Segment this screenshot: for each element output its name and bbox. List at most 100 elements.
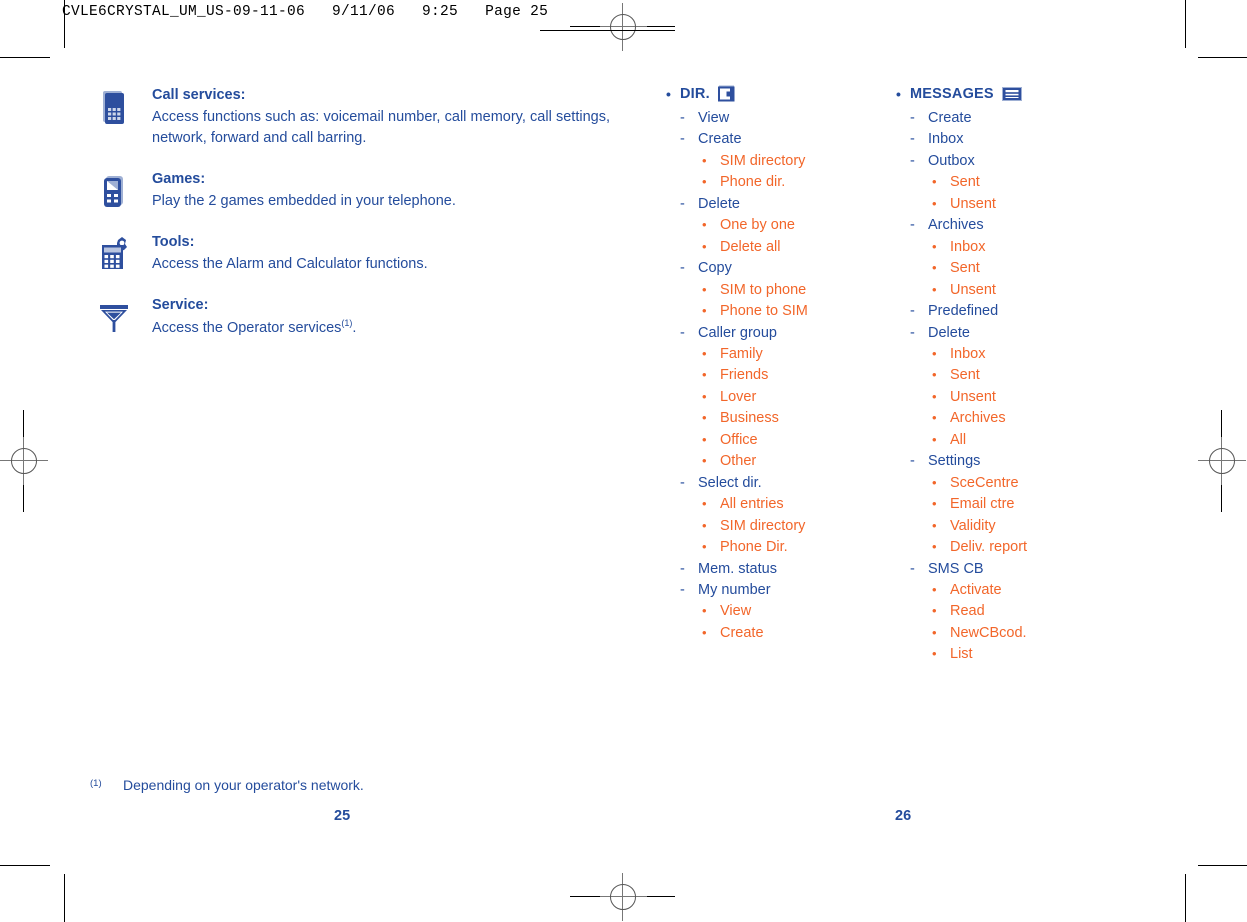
outline-marker-bullet: • <box>702 303 707 319</box>
outline-item-level1[interactable]: - Outbox <box>910 151 1166 172</box>
outline-item-level2[interactable]: • One by one <box>702 215 891 236</box>
outline-item-level1[interactable]: - SMS CB <box>910 559 1166 580</box>
outline-item-level2[interactable]: • Unsent <box>932 280 1166 301</box>
registration-target-top-center <box>599 3 647 51</box>
outline-item-level1[interactable]: - Create <box>910 108 1166 129</box>
outline-item-level2[interactable]: • Other <box>702 451 891 472</box>
outline-subitem-label: Friends <box>720 367 769 384</box>
outline-marker-bullet: • <box>702 431 707 447</box>
outline-item-level2[interactable]: • NewCBcod. <box>932 623 1166 644</box>
outline-item-label: Create <box>698 131 742 148</box>
outline-item-level2[interactable]: • Archives <box>932 408 1166 429</box>
outline-item-level2[interactable]: • SIM to phone <box>702 280 891 301</box>
crop-mark-bottom-right-vertical <box>1185 874 1186 922</box>
outline-item-level1[interactable]: - Predefined <box>910 301 1166 322</box>
messages-heading-label: MESSAGES <box>910 86 994 102</box>
outline-item-level2[interactable]: • Inbox <box>932 237 1166 258</box>
outline-item-level2[interactable]: • List <box>932 644 1166 665</box>
footnote-reference: (1) <box>341 318 353 329</box>
outline-sublist: • SIM to phone • Phone to SIM <box>702 280 891 323</box>
outline-item-level2[interactable]: • Unsent <box>932 387 1166 408</box>
outline-subitem-label: SIM directory <box>720 517 806 534</box>
outline-item-level2[interactable]: • SceCentre <box>932 473 1166 494</box>
outline-item-level2[interactable]: • Delete all <box>702 237 891 258</box>
outline-marker-bullet: • <box>932 431 937 447</box>
outline-item-label: View <box>698 110 730 126</box>
outline-item-level1[interactable]: - Copy <box>680 258 891 279</box>
dir-heading-label: DIR. <box>680 86 710 102</box>
outline-item-label: Mem. status <box>698 560 777 577</box>
outline-item-level2[interactable]: • Office <box>702 430 891 451</box>
outline-subitem-label: Office <box>720 431 758 448</box>
outline-sublist: • Activate • Read • NewCBcod. • List <box>932 580 1166 666</box>
outline-item-level2[interactable]: • Sent <box>932 172 1166 193</box>
outline-subitem-label: Phone to SIM <box>720 303 808 320</box>
outline-item-label: SMS CB <box>928 560 984 577</box>
outline-marker-dash: - <box>910 303 915 320</box>
outline-subitem-label: View <box>720 603 752 620</box>
feature-title: Service: <box>152 297 209 314</box>
outline-item-level2[interactable]: • Phone to SIM <box>702 301 891 322</box>
outline-marker-bullet: • <box>932 517 937 533</box>
outline-item-level1[interactable]: - Create <box>680 129 891 150</box>
outline-marker-dash: - <box>680 581 685 598</box>
outline-marker-bullet: • <box>932 539 937 555</box>
outline-item-level2[interactable]: • SIM directory <box>702 151 891 172</box>
dir-heading: • DIR. <box>666 85 891 103</box>
outline-item-level2[interactable]: • View <box>702 601 891 622</box>
outline-item-level2[interactable]: • Deliv. report <box>932 537 1166 558</box>
outline-item-level1[interactable]: - Archives <box>910 215 1166 236</box>
messages-outline-list: - Create - Inbox - Outbox • Sent • Unsent - Archive… <box>910 108 1166 666</box>
outline-item-level2[interactable]: • All entries <box>702 494 891 515</box>
outline-item-level2[interactable]: • Sent <box>932 258 1166 279</box>
outline-item-level2[interactable]: • Inbox <box>932 344 1166 365</box>
outline-item-level1[interactable]: - Mem. status <box>680 559 891 580</box>
outline-item-level2[interactable]: • Family <box>702 344 891 365</box>
outline-item-level2[interactable]: • Lover <box>702 387 891 408</box>
print-header-rule <box>540 30 675 31</box>
outline-subitem-label: Sent <box>950 174 980 191</box>
outline-item-level1[interactable]: - My number <box>680 580 891 601</box>
outline-sublist: • SceCentre • Email ctre • Validity • Deliv. re… <box>932 473 1166 559</box>
registration-ring <box>610 884 636 910</box>
feature-body: Access the Operator services(1). <box>152 317 610 339</box>
outline-item-level1[interactable]: - Settings <box>910 451 1166 472</box>
outline-sublist: • Sent • Unsent <box>932 172 1166 215</box>
feature-title: Games: <box>152 171 206 188</box>
crop-mark-bottom-center-right <box>647 896 675 897</box>
outline-item-level2[interactable]: • Validity <box>932 516 1166 537</box>
directory-book-icon <box>717 85 739 103</box>
outline-item-level1[interactable]: - Select dir. <box>680 473 891 494</box>
outline-subitem-label: Validity <box>950 517 996 534</box>
outline-marker-bullet: • <box>702 603 707 619</box>
outline-item-level2[interactable]: • Phone dir. <box>702 172 891 193</box>
feature-body: Play the 2 games embedded in your teleph… <box>152 193 456 210</box>
outline-item-level2[interactable]: • Read <box>932 601 1166 622</box>
outline-item-level2[interactable]: • Sent <box>932 365 1166 386</box>
outline-item-level2[interactable]: • SIM directory <box>702 516 891 537</box>
outline-item-level1[interactable]: - Delete <box>680 194 891 215</box>
outline-item-level2[interactable]: • Friends <box>702 365 891 386</box>
outline-item-level2[interactable]: • Unsent <box>932 194 1166 215</box>
crop-mark-top-right-horizontal <box>1198 57 1247 58</box>
page-number-right: 26 <box>895 808 912 824</box>
outline-subitem-label: Sent <box>950 367 980 384</box>
outline-marker-bullet: • <box>932 345 937 361</box>
registration-ring <box>11 448 37 474</box>
outline-item-level1[interactable]: - Inbox <box>910 129 1166 150</box>
outline-item-level2[interactable]: • All <box>932 430 1166 451</box>
outline-marker-bullet: • <box>702 152 707 168</box>
outline-item-level2[interactable]: • Create <box>702 623 891 644</box>
outline-item-level2[interactable]: • Activate <box>932 580 1166 601</box>
outline-marker-bullet: • <box>932 603 937 619</box>
outline-item-level1[interactable]: - View <box>680 108 891 129</box>
middle-column-dir: • DIR. - View - Create • SIM directory • Phone … <box>666 85 891 644</box>
outline-item-level2[interactable]: • Phone Dir. <box>702 537 891 558</box>
outline-marker-dash: - <box>910 110 915 126</box>
outline-marker-bullet: • <box>702 539 707 555</box>
outline-item-level1[interactable]: - Delete <box>910 323 1166 344</box>
outline-item-level2[interactable]: • Business <box>702 408 891 429</box>
footnote-text: Depending on your operator's network. <box>123 777 364 793</box>
outline-item-level1[interactable]: - Caller group <box>680 323 891 344</box>
outline-item-level2[interactable]: • Email ctre <box>932 494 1166 515</box>
